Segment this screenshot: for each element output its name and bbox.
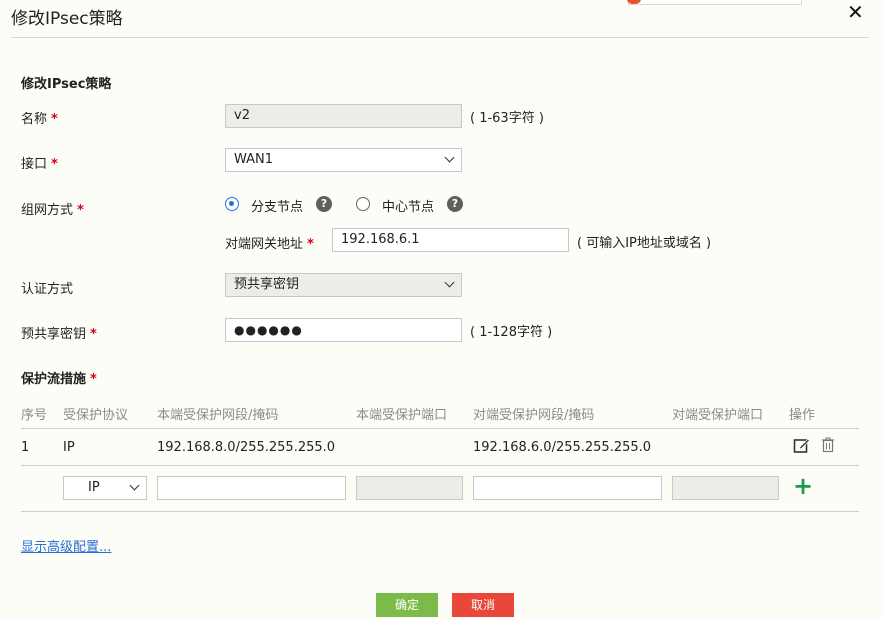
row-local-net: 192.168.8.0/255.255.255.0	[157, 440, 336, 455]
column-header: 本端受保护网段/掩码	[157, 408, 279, 423]
name-label: 名称 *	[21, 112, 58, 127]
radio-center-node-label: 中心节点	[382, 200, 435, 215]
new-protocol-select[interactable]: IP	[63, 476, 147, 500]
column-header: 受保护协议	[63, 408, 129, 423]
name-hint: ( 1-63字符 )	[470, 111, 544, 126]
column-header: 对端受保护端口	[672, 408, 764, 423]
help-icon[interactable]: ?	[447, 196, 463, 212]
ok-button[interactable]: 确定	[376, 593, 438, 617]
radio-branch-node[interactable]	[225, 197, 239, 211]
table-divider	[21, 428, 859, 429]
new-peer-net-input[interactable]	[473, 476, 662, 500]
psk-hint: ( 1-128字符 )	[470, 325, 553, 340]
cancel-button[interactable]: 取消	[452, 593, 514, 617]
name-field[interactable]: v2	[225, 104, 462, 128]
network-mode-label: 组网方式 *	[21, 203, 84, 218]
peer-gateway-input[interactable]: 192.168.6.1	[332, 228, 569, 252]
interface-label: 接口 *	[21, 157, 58, 172]
section-title-protection: 保护流措施 *	[21, 372, 97, 387]
interface-select[interactable]: WAN1	[225, 148, 462, 172]
chevron-down-icon	[129, 480, 140, 491]
edit-icon[interactable]	[793, 437, 810, 454]
column-header: 序号	[21, 408, 48, 423]
auth-method-label: 认证方式	[21, 282, 74, 297]
row-protocol: IP	[63, 440, 75, 455]
auth-method-select[interactable]: 预共享密钥	[225, 273, 462, 297]
chevron-down-icon	[444, 152, 455, 163]
close-icon[interactable]: ✕	[847, 0, 864, 24]
add-icon[interactable]: +	[793, 474, 813, 498]
new-peer-port-input[interactable]	[672, 476, 779, 500]
new-local-net-input[interactable]	[157, 476, 346, 500]
section-title-ipsec: 修改IPsec策略	[21, 77, 112, 92]
help-icon[interactable]: ?	[316, 196, 332, 212]
row-peer-net: 192.168.6.0/255.255.255.0	[473, 440, 652, 455]
row-index: 1	[21, 440, 30, 455]
title-divider	[11, 37, 869, 38]
new-local-port-input[interactable]	[356, 476, 463, 500]
peer-gateway-label: 对端网关地址 *	[225, 237, 314, 252]
table-divider	[21, 511, 859, 512]
radio-branch-node-label: 分支节点	[251, 200, 304, 215]
column-header: 本端受保护端口	[356, 408, 448, 423]
peer-gateway-hint: ( 可输入IP地址或域名 )	[577, 236, 712, 251]
show-advanced-link[interactable]: 显示高级配置...	[21, 536, 111, 555]
column-header: 对端受保护网段/掩码	[473, 408, 595, 423]
radio-center-node[interactable]	[356, 197, 370, 211]
background-window-fragment	[627, 0, 802, 5]
chevron-down-icon	[444, 277, 455, 288]
psk-label: 预共享密钥 *	[21, 327, 97, 342]
column-header: 操作	[789, 408, 816, 423]
trash-icon[interactable]	[821, 437, 835, 453]
dialog-title: 修改IPsec策略	[11, 9, 123, 29]
table-divider	[21, 465, 859, 466]
psk-input[interactable]: ●●●●●●	[225, 318, 462, 342]
